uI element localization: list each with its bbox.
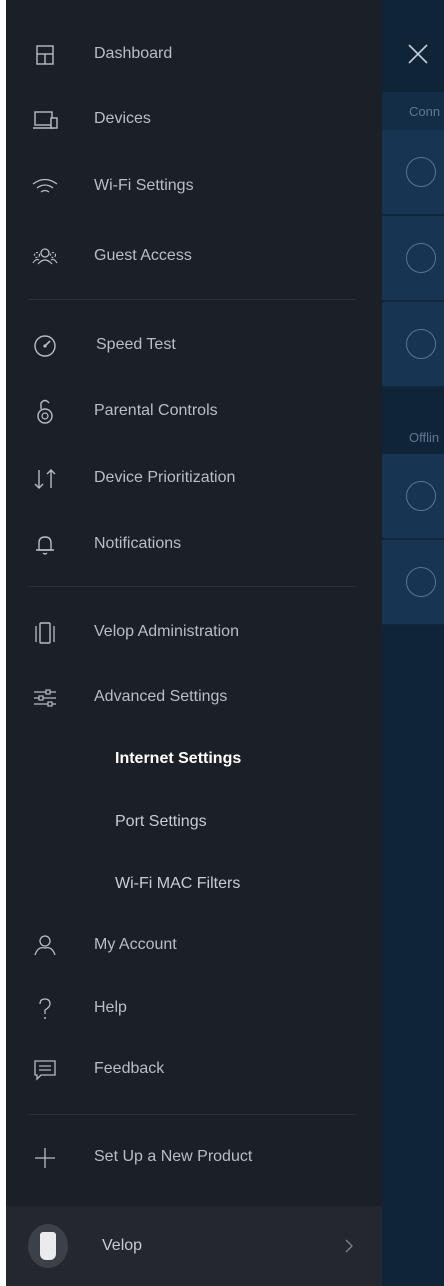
submenu-item-label: Port Settings (115, 813, 207, 830)
menu-item-advanced-settings[interactable]: Advanced Settings (6, 670, 382, 724)
menu-item-wifi-settings[interactable]: Wi-Fi Settings (6, 159, 382, 213)
priority-arrows-icon (34, 469, 56, 489)
person-icon (34, 935, 56, 956)
menu-item-set-up-new-product[interactable]: Set Up a New Product (6, 1130, 382, 1184)
connected-heading: Conn (409, 104, 441, 119)
submenu-item-internet-settings[interactable]: Internet Settings (6, 736, 382, 782)
menu-item-parental-controls[interactable]: Parental Controls (6, 384, 382, 438)
device-row[interactable] (382, 130, 444, 216)
menu-item-feedback[interactable]: Feedback (6, 1042, 382, 1096)
node-admin-icon (35, 622, 55, 644)
menu-item-speed-test[interactable]: Speed Test (6, 318, 382, 372)
velop-node-image (40, 1232, 56, 1260)
submenu-item-wifi-mac-filters[interactable]: Wi-Fi MAC Filters (6, 861, 382, 907)
menu-item-dashboard[interactable]: Dashboard (6, 27, 382, 81)
device-select-circle[interactable] (406, 329, 436, 359)
close-icon[interactable] (404, 40, 432, 68)
menu-item-notifications[interactable]: Notifications (6, 517, 382, 571)
menu-item-label: Velop Administration (94, 623, 239, 640)
menu-item-device-prioritization[interactable]: Device Prioritization (6, 451, 382, 505)
menu-item-label: Help (94, 999, 127, 1016)
wifi-icon (32, 178, 58, 193)
menu-item-label: Parental Controls (94, 402, 218, 419)
plus-icon (35, 1148, 55, 1168)
menu-item-velop-administration[interactable]: Velop Administration (6, 605, 382, 659)
menu-divider (28, 586, 356, 587)
menu-item-label: Set Up a New Product (94, 1148, 253, 1165)
menu-divider (28, 299, 356, 300)
menu-divider (28, 1114, 356, 1115)
network-footer[interactable]: Velop (6, 1206, 382, 1286)
menu-item-my-account[interactable]: My Account (6, 918, 382, 972)
menu-item-devices[interactable]: Devices (6, 92, 382, 146)
submenu-item-label: Internet Settings (115, 750, 242, 767)
device-select-circle[interactable] (406, 481, 436, 511)
menu-item-label: Devices (94, 110, 151, 127)
device-select-circle[interactable] (406, 567, 436, 597)
menu-item-label: Wi-Fi Settings (94, 177, 194, 194)
chevron-right-icon (345, 1239, 353, 1253)
menu-item-label: Dashboard (94, 45, 173, 62)
devices-icon (33, 111, 58, 129)
side-menu: Dashboard Devices Wi-Fi Settings Guest A… (6, 0, 382, 1286)
network-name: Velop (102, 1237, 143, 1254)
device-row[interactable] (382, 216, 444, 302)
submenu-item-port-settings[interactable]: Port Settings (6, 799, 382, 845)
menu-item-label: Advanced Settings (94, 688, 228, 705)
speedometer-icon (34, 335, 56, 357)
help-icon (39, 998, 51, 1019)
menu-item-label: Feedback (94, 1060, 165, 1077)
feedback-icon (34, 1060, 56, 1081)
guest-icon (32, 248, 58, 265)
menu-item-label: Notifications (94, 535, 182, 552)
menu-item-label: Device Prioritization (94, 469, 236, 486)
device-select-circle[interactable] (406, 157, 436, 187)
device-row[interactable] (382, 302, 444, 388)
device-row[interactable] (382, 540, 444, 626)
menu-item-label: Speed Test (96, 336, 176, 353)
device-select-circle[interactable] (406, 243, 436, 273)
menu-item-label: My Account (94, 936, 177, 953)
menu-item-label: Guest Access (94, 247, 192, 264)
sliders-icon (34, 689, 56, 707)
submenu-item-label: Wi-Fi MAC Filters (115, 875, 241, 892)
velop-node-avatar (28, 1224, 68, 1268)
menu-item-guest-access[interactable]: Guest Access (6, 229, 382, 283)
dashboard-icon (36, 45, 54, 65)
bell-icon (36, 536, 54, 555)
menu-item-help[interactable]: Help (6, 981, 382, 1035)
offline-heading: Offlin (409, 430, 440, 445)
device-row[interactable] (382, 454, 444, 540)
lock-icon (37, 399, 53, 424)
